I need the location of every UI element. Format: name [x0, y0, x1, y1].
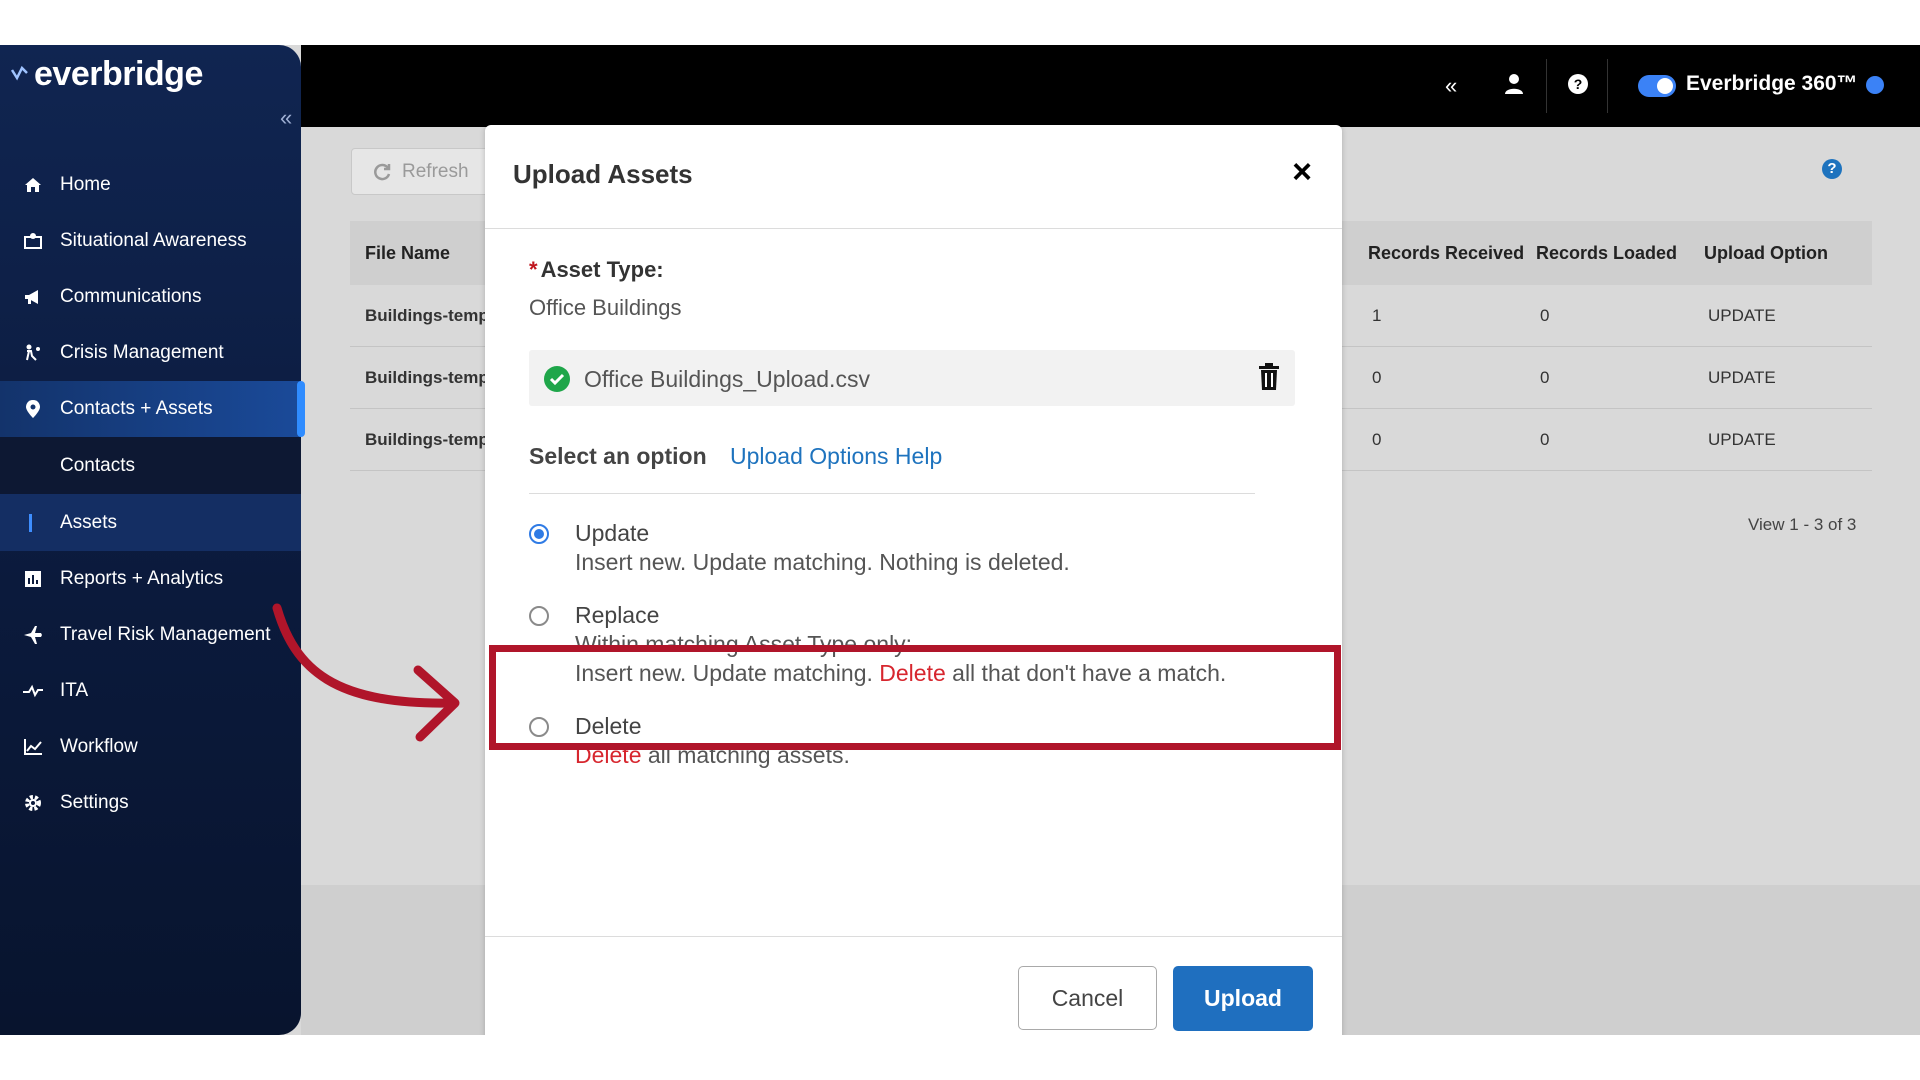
file-name-cell: Buildings-temp	[365, 429, 489, 449]
upload-button[interactable]: Upload	[1173, 966, 1313, 1031]
select-option-label: Select an option	[529, 443, 707, 469]
records-received-cell: 1	[1372, 305, 1382, 325]
sidebar-item-travel-risk-management[interactable]: Travel Risk Management	[0, 607, 301, 663]
product-name: Everbridge 360™	[1686, 72, 1858, 95]
check-circle-icon	[544, 366, 570, 392]
workflow-icon	[18, 738, 48, 756]
gear-icon	[18, 793, 48, 813]
records-loaded-cell: 0	[1540, 305, 1550, 325]
modal-header: Upload Assets ×	[485, 125, 1342, 229]
trash-icon[interactable]	[1257, 363, 1281, 396]
option-divider	[529, 493, 1255, 494]
modal-footer-divider	[485, 936, 1342, 937]
uploaded-file-row: Office Buildings_Upload.csv	[529, 350, 1295, 406]
sidebar-item-label: Travel Risk Management	[60, 624, 271, 645]
sidebar-item-label: Communications	[60, 286, 202, 307]
sidebar-item-label: Assets	[60, 511, 118, 533]
sidebar-item-label: Contacts	[60, 454, 135, 476]
sidebar-item-home[interactable]: Home	[0, 157, 301, 213]
topbar-divider	[1607, 59, 1608, 113]
refresh-icon	[374, 163, 391, 180]
asset-type-label: * Asset Type:	[529, 257, 664, 283]
sidebar-item-label: Crisis Management	[60, 342, 224, 363]
records-loaded-cell: 0	[1540, 367, 1550, 387]
column-header-file-name[interactable]: File Name	[365, 221, 450, 285]
sidebar-nav: Home Situational Awareness Communication…	[0, 157, 305, 831]
option-title: Replace	[575, 602, 660, 628]
sidebar-item-ita[interactable]: ITA	[0, 663, 301, 719]
refresh-button[interactable]: Refresh	[351, 148, 491, 195]
option-title: Update	[575, 520, 650, 546]
sidebar-item-label: Contacts + Assets	[60, 398, 213, 419]
column-header-records-loaded[interactable]: Records Loaded	[1536, 221, 1677, 285]
sidebar-item-label: Home	[60, 174, 111, 195]
records-received-cell: 0	[1372, 429, 1382, 449]
page-help-icon[interactable]: ?	[1822, 159, 1842, 179]
sidebar-item-situational-awareness[interactable]: Situational Awareness	[0, 213, 301, 269]
sidebar-item-workflow[interactable]: Workflow	[0, 719, 301, 775]
sidebar-item-label: Reports + Analytics	[60, 568, 224, 589]
collapse-double-chevron-icon[interactable]: «	[1445, 73, 1457, 99]
megaphone-icon	[18, 287, 48, 307]
sidebar-item-settings[interactable]: Settings	[0, 775, 301, 831]
sidebar-item-label: Situational Awareness	[60, 230, 247, 251]
sidebar-item-label: Workflow	[60, 736, 138, 757]
sidebar-subitem-contacts[interactable]: Contacts	[0, 437, 301, 494]
asset-type-value: Office Buildings	[529, 295, 682, 320]
crisis-icon	[18, 343, 48, 363]
map-icon	[18, 231, 48, 251]
column-header-upload-option[interactable]: Upload Option	[1704, 221, 1828, 285]
uploaded-file-name: Office Buildings_Upload.csv	[584, 366, 870, 392]
upload-option-cell: UPDATE	[1708, 305, 1776, 325]
sidebar-item-crisis-management[interactable]: Crisis Management	[0, 325, 301, 381]
file-name-cell: Buildings-temp	[365, 305, 489, 325]
file-name-cell: Buildings-temp	[365, 367, 489, 387]
required-marker: *	[529, 257, 538, 282]
refresh-label: Refresh	[402, 160, 469, 182]
upload-assets-modal: Upload Assets × * Asset Type: Office Buil…	[485, 125, 1342, 1035]
modal-title: Upload Assets	[513, 159, 693, 189]
sidebar-item-label: Settings	[60, 792, 129, 813]
sidebar-subitem-assets[interactable]: Assets	[0, 494, 301, 551]
radio-update[interactable]	[529, 524, 549, 544]
upload-option-cell: UPDATE	[1708, 429, 1776, 449]
report-icon	[18, 570, 48, 588]
upload-option-cell: UPDATE	[1708, 367, 1776, 387]
topbar-divider	[1546, 59, 1547, 113]
option-description: Insert new. Update matching. Nothing is …	[575, 549, 1070, 575]
user-icon[interactable]	[1504, 73, 1524, 101]
help-icon[interactable]: ?	[1567, 73, 1589, 101]
cancel-button[interactable]: Cancel	[1018, 966, 1157, 1030]
sidebar-item-communications[interactable]: Communications	[0, 269, 301, 325]
upload-options-help-link[interactable]: Upload Options Help	[730, 443, 942, 470]
chat-icon[interactable]	[1866, 76, 1884, 94]
app-shell: everbridge « Home Situational Awareness	[0, 45, 1920, 1035]
logo-text: everbridge	[34, 55, 203, 93]
airplane-icon	[18, 625, 48, 645]
location-pin-icon	[18, 399, 48, 419]
records-received-cell: 0	[1372, 367, 1382, 387]
sidebar-item-label: ITA	[60, 680, 89, 701]
sidebar: everbridge « Home Situational Awareness	[0, 45, 305, 1035]
sidebar-collapse-icon[interactable]: «	[280, 105, 292, 131]
pagination-count: View 1 - 3 of 3	[1748, 515, 1857, 534]
annotation-arrow-icon	[272, 603, 460, 742]
everbridge-360-toggle[interactable]	[1638, 75, 1676, 97]
ita-icon	[18, 682, 48, 700]
top-bar: « ? Everbridge 360™	[301, 45, 1920, 127]
everbridge-logo[interactable]: everbridge	[10, 55, 203, 94]
records-loaded-cell: 0	[1540, 429, 1550, 449]
logo-mark-icon	[10, 65, 28, 81]
svg-text:?: ?	[1574, 76, 1583, 92]
delete-option-highlight-box	[489, 645, 1341, 750]
radio-replace[interactable]	[529, 606, 549, 626]
home-icon	[18, 175, 48, 195]
asset-type-label-text: Asset Type:	[540, 257, 664, 282]
sidebar-item-reports-analytics[interactable]: Reports + Analytics	[0, 551, 301, 607]
close-icon[interactable]: ×	[1292, 155, 1312, 189]
column-header-records-received[interactable]: Records Received	[1368, 221, 1524, 285]
sidebar-item-contacts-assets[interactable]: Contacts + Assets	[0, 381, 305, 437]
